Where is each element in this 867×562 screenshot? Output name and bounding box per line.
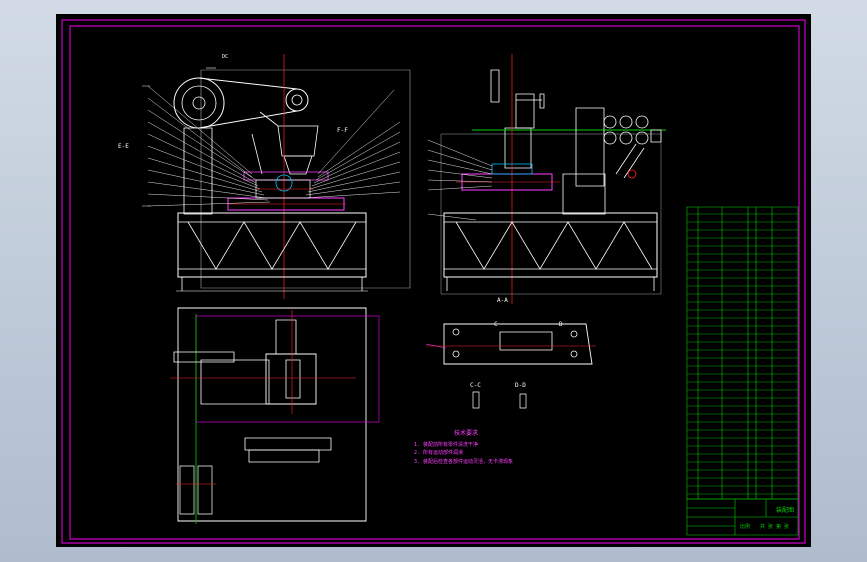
title-block-scale: 比例 <box>740 523 750 530</box>
tech-req-line-1: 1. 装配前所有零件清洗干净 <box>414 441 478 448</box>
section-label-cc: C-C <box>470 382 481 389</box>
detail-label-d: D <box>559 321 563 328</box>
flywheel <box>174 78 224 128</box>
view-label-aa: A-A <box>497 297 508 304</box>
base-frame-side <box>444 213 657 277</box>
front-view: DC E-E F-F <box>118 54 410 299</box>
parts-list-rows <box>687 214 798 494</box>
view-label-ee: E-E <box>118 143 129 150</box>
assembly-drawing-canvas: DC E-E F-F A-A C D C-C D-D 技术要求 1. 装配前所有… <box>56 14 811 547</box>
cad-drawing-viewport[interactable]: DC E-E F-F A-A C D C-C D-D 技术要求 1. 装配前所有… <box>56 14 811 547</box>
title-block-drawing-name: 装配图 <box>776 506 794 514</box>
tech-req-line-2: 2. 所有运动部件润滑 <box>414 449 463 456</box>
sheet-mark-dc: DC <box>222 54 228 60</box>
tech-req-title: 技术要求 <box>454 429 478 437</box>
title-block-sheet: 共 张 第 张 <box>760 523 789 530</box>
detail-view-cd: C D C-C D-D <box>426 321 596 408</box>
top-view <box>170 308 379 524</box>
view-label-ff: F-F <box>337 127 348 134</box>
section-label-dd: D-D <box>515 382 526 389</box>
tech-req-line-3: 3. 装配后检查各部件运动灵活，无卡滞现象 <box>414 458 513 465</box>
detail-label-c: C <box>494 321 498 328</box>
parts-list-table <box>687 207 798 499</box>
tech-requirements: 技术要求 1. 装配前所有零件清洗干净 2. 所有运动部件润滑 3. 装配后检查… <box>414 429 513 465</box>
side-view-a-a: A-A <box>428 54 666 304</box>
base-frame-front <box>178 213 366 277</box>
